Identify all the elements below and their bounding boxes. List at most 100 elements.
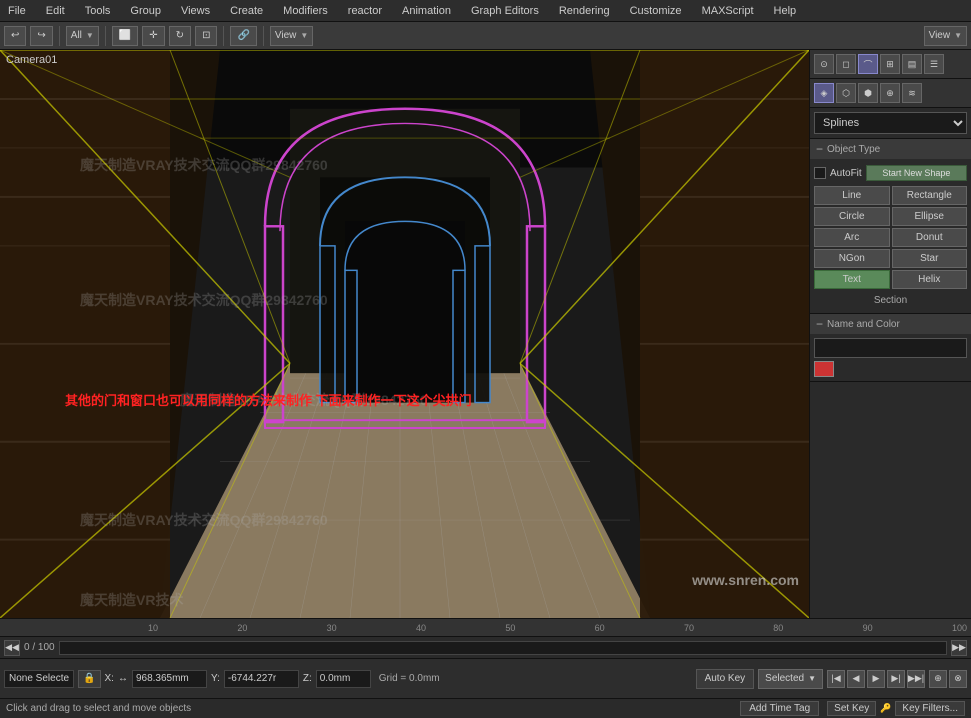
key-icon: 🔑: [880, 703, 891, 714]
select-mode-label: All: [71, 30, 82, 41]
frame-ruler: 10 20 30 40 50 60 70 80 90 100: [0, 618, 971, 636]
y-input[interactable]: [224, 670, 299, 688]
view-arrow: ▼: [300, 31, 308, 40]
flip-icon: ↔: [118, 673, 128, 684]
panel-icon-1[interactable]: ⊙: [814, 54, 834, 74]
ruler-0: 10: [148, 623, 158, 633]
prev-frame-button[interactable]: |◀: [827, 670, 845, 688]
ruler-8: 90: [863, 623, 873, 633]
viewport-label: Camera01: [6, 54, 57, 66]
menu-edit[interactable]: Edit: [42, 3, 69, 19]
play-forward-button[interactable]: ▶: [867, 670, 885, 688]
next-frame-button[interactable]: ▶|: [887, 670, 905, 688]
panel-icon-7[interactable]: ◈: [814, 83, 834, 103]
redo-button[interactable]: ↪: [30, 26, 52, 46]
helix-button[interactable]: Helix: [892, 270, 968, 289]
scale-button[interactable]: ⊡: [195, 26, 217, 46]
menu-modifiers[interactable]: Modifiers: [279, 3, 332, 19]
scene-svg: [0, 50, 809, 618]
separator-4: [263, 26, 264, 46]
circle-button[interactable]: Circle: [814, 207, 890, 226]
name-color-section: − Name and Color: [810, 314, 971, 382]
set-key-button[interactable]: Set Key: [827, 701, 876, 716]
panel-icon-11[interactable]: ≋: [902, 83, 922, 103]
lock-button[interactable]: 🔒: [78, 670, 100, 688]
menu-animation[interactable]: Animation: [398, 3, 455, 19]
extra-btn-1[interactable]: ⊕: [929, 670, 947, 688]
name-color-header[interactable]: − Name and Color: [810, 314, 971, 334]
menu-create[interactable]: Create: [226, 3, 267, 19]
object-type-content: AutoFit Start New Shape Line Rectangle C…: [810, 159, 971, 313]
name-color-content: [810, 334, 971, 381]
view-right-label: View: [929, 30, 951, 41]
color-swatch[interactable]: [814, 361, 834, 377]
rectangle-button[interactable]: Rectangle: [892, 186, 968, 205]
category-dropdown[interactable]: Splines: [814, 112, 967, 134]
arc-button[interactable]: Arc: [814, 228, 890, 247]
panel-icon-4[interactable]: ⊞: [880, 54, 900, 74]
name-input[interactable]: [814, 338, 967, 358]
viewport[interactable]: Camera01: [0, 50, 809, 618]
start-new-shape-button[interactable]: Start New Shape: [866, 165, 967, 181]
extra-btn-2[interactable]: ⊗: [949, 670, 967, 688]
menu-views[interactable]: Views: [177, 3, 214, 19]
ruler-6: 70: [684, 623, 694, 633]
autofit-checkbox[interactable]: [814, 167, 826, 179]
panel-icon-3[interactable]: ⌒: [858, 54, 878, 74]
go-start-button[interactable]: ◀◀: [4, 640, 20, 656]
auto-key-button[interactable]: Auto Key: [696, 669, 755, 689]
timeline-track[interactable]: [59, 641, 947, 655]
line-button[interactable]: Line: [814, 186, 890, 205]
timeline-area: ◀◀ 0 / 100 ▶▶: [0, 636, 971, 658]
object-type-section: − Object Type AutoFit Start New Shape Li…: [810, 139, 971, 314]
object-type-label: Object Type: [827, 144, 880, 155]
autofit-checkbox-label[interactable]: AutoFit: [814, 167, 862, 179]
key-filters-button[interactable]: Key Filters...: [895, 701, 965, 716]
view-dropdown[interactable]: View ▼: [270, 26, 313, 46]
add-time-tag-button[interactable]: Add Time Tag: [740, 701, 819, 716]
panel-icon-8[interactable]: ⬡: [836, 83, 856, 103]
right-panel: ⊙ ◻ ⌒ ⊞ ▤ ☰ ◈ ⬡ ⬢ ⊕ ≋ Splines − Object T…: [809, 50, 971, 618]
ruler-2: 30: [327, 623, 337, 633]
rotate-button[interactable]: ↻: [169, 26, 191, 46]
menu-customize[interactable]: Customize: [626, 3, 686, 19]
menu-graph-editors[interactable]: Graph Editors: [467, 3, 543, 19]
undo-button[interactable]: ↩: [4, 26, 26, 46]
extra-buttons: ⊕ ⊗: [929, 670, 967, 688]
menu-group[interactable]: Group: [126, 3, 165, 19]
ellipse-button[interactable]: Ellipse: [892, 207, 968, 226]
panel-icon-6[interactable]: ☰: [924, 54, 944, 74]
ruler-5: 60: [595, 623, 605, 633]
text-button[interactable]: Text: [814, 270, 890, 289]
view-right-dropdown[interactable]: View ▼: [924, 26, 967, 46]
panel-category-row: Splines: [810, 108, 971, 139]
menu-maxscript[interactable]: MAXScript: [698, 3, 758, 19]
z-input[interactable]: [316, 670, 371, 688]
menu-file[interactable]: File: [4, 3, 30, 19]
set-key-area: Set Key 🔑 Key Filters...: [827, 701, 965, 716]
menu-reactor[interactable]: reactor: [344, 3, 386, 19]
menu-help[interactable]: Help: [770, 3, 801, 19]
menu-rendering[interactable]: Rendering: [555, 3, 614, 19]
select-mode-dropdown[interactable]: All ▼: [66, 26, 99, 46]
link-button[interactable]: 🔗: [230, 26, 256, 46]
toolbar: ↩ ↪ All ▼ ⬜ ✛ ↻ ⊡ 🔗 View ▼ View ▼: [0, 22, 971, 50]
x-input[interactable]: [132, 670, 207, 688]
object-type-header[interactable]: − Object Type: [810, 139, 971, 159]
go-end-button[interactable]: ▶▶: [951, 640, 967, 656]
panel-icon-10[interactable]: ⊕: [880, 83, 900, 103]
select-button[interactable]: ⬜: [112, 26, 138, 46]
ngon-button[interactable]: NGon: [814, 249, 890, 268]
play-back-button[interactable]: ◀: [847, 670, 865, 688]
end-frame-button[interactable]: ▶▶|: [907, 670, 925, 688]
selected-dropdown[interactable]: Selected ▼: [758, 669, 823, 689]
menu-tools[interactable]: Tools: [81, 3, 115, 19]
panel-icon-2[interactable]: ◻: [836, 54, 856, 74]
none-selected-label: None Selecte: [9, 673, 69, 684]
panel-icon-9[interactable]: ⬢: [858, 83, 878, 103]
panel-icon-5[interactable]: ▤: [902, 54, 922, 74]
ruler-7: 80: [773, 623, 783, 633]
star-button[interactable]: Star: [892, 249, 968, 268]
move-button[interactable]: ✛: [142, 26, 164, 46]
donut-button[interactable]: Donut: [892, 228, 968, 247]
